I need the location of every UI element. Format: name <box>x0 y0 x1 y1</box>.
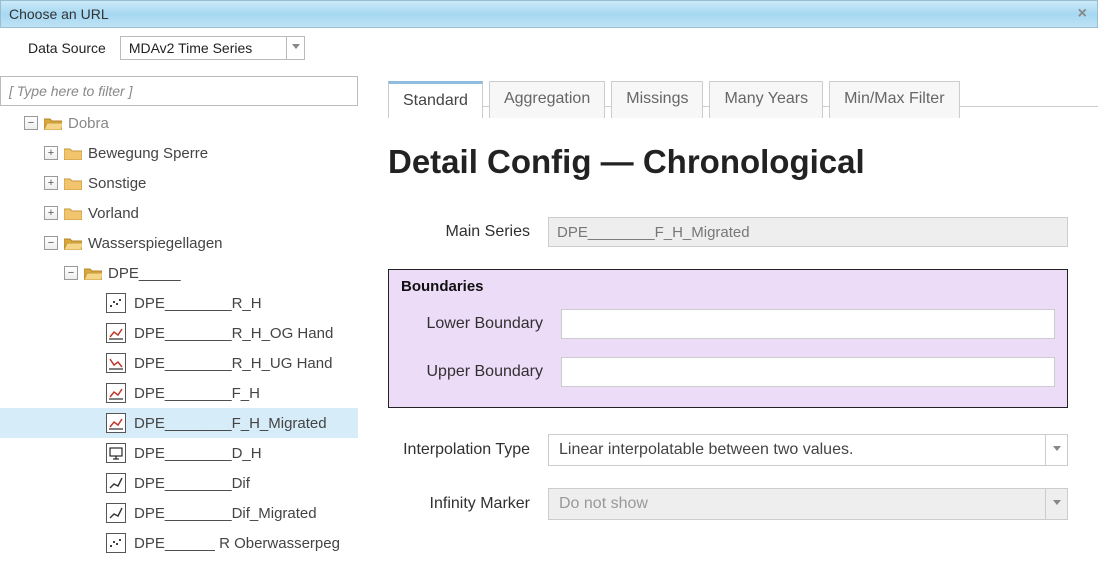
tree-item[interactable]: DPE________R_H <box>0 288 358 318</box>
main-series-value: DPE________F_H_Migrated <box>548 217 1068 247</box>
dots-icon <box>106 293 126 313</box>
tree-label: DPE________F_H <box>134 385 260 402</box>
upper-boundary-input[interactable] <box>561 357 1055 387</box>
expand-icon[interactable]: + <box>44 146 58 160</box>
chevron-down-icon <box>1045 489 1067 519</box>
tab-many-years[interactable]: Many Years <box>709 81 823 118</box>
tree-node[interactable]: + Vorland <box>0 198 358 228</box>
tree-panel: − Dobra + Bewegung Sperre + Sonstige + V… <box>0 106 358 572</box>
datasource-label: Data Source <box>28 40 106 56</box>
tree-label: Dobra <box>68 115 109 132</box>
tree-item[interactable]: DPE________D_H <box>0 438 358 468</box>
chevron-down-icon <box>1045 435 1067 465</box>
folder-open-icon <box>64 236 82 250</box>
folder-open-icon <box>84 266 102 280</box>
interpolation-label: Interpolation Type <box>388 441 548 459</box>
tree-label: DPE________Dif <box>134 475 250 492</box>
value-text: DPE________F_H_Migrated <box>557 224 750 241</box>
expand-icon[interactable]: + <box>44 206 58 220</box>
lower-boundary-label: Lower Boundary <box>401 315 561 333</box>
tree-node-root[interactable]: − Dobra <box>0 108 358 138</box>
tree-label: DPE________Dif_Migrated <box>134 505 317 522</box>
tab-missings[interactable]: Missings <box>611 81 703 118</box>
datasource-row: Data Source MDAv2 Time Series <box>0 28 1098 68</box>
monitor-icon <box>106 443 126 463</box>
tab-aggregation[interactable]: Aggregation <box>489 81 605 118</box>
tree-label: DPE________R_H <box>134 295 262 312</box>
expand-icon[interactable]: + <box>44 176 58 190</box>
row-infinity: Infinity Marker Do not show <box>388 488 1068 520</box>
tree-item-selected[interactable]: DPE________F_H_Migrated <box>0 408 358 438</box>
tree-label: Vorland <box>88 205 139 222</box>
tree-label: Bewegung Sperre <box>88 145 208 162</box>
tree-item[interactable]: DPE______ R Oberwasserpeg <box>0 528 358 558</box>
tab-label: Aggregation <box>504 90 590 107</box>
tree-label: Sonstige <box>88 175 146 192</box>
tree-item[interactable]: DPE________Dif_Migrated <box>0 498 358 528</box>
chart-icon <box>106 413 126 433</box>
line-icon <box>106 473 126 493</box>
row-upper-boundary: Upper Boundary <box>401 357 1055 387</box>
tab-standard[interactable]: Standard <box>388 81 483 118</box>
chart-icon <box>106 353 126 373</box>
tree-node-dpe[interactable]: − DPE_____ <box>0 258 358 288</box>
tree-node[interactable]: + Sonstige <box>0 168 358 198</box>
tree-label: DPE________D_H <box>134 445 262 462</box>
tree-label: DPE_____ <box>108 265 181 282</box>
tree-label: DPE______ R Oberwasserpeg <box>134 535 340 552</box>
interpolation-select[interactable]: Linear interpolatable between two values… <box>548 434 1068 466</box>
tree-item[interactable]: DPE________F_H <box>0 378 358 408</box>
tree-label: DPE________R_H_OG Hand <box>134 325 333 342</box>
folder-icon <box>64 146 82 160</box>
infinity-select[interactable]: Do not show <box>548 488 1068 520</box>
main-series-label: Main Series <box>388 223 548 241</box>
infinity-label: Infinity Marker <box>388 495 548 513</box>
boundaries-legend: Boundaries <box>401 278 1055 295</box>
tab-label: Standard <box>403 92 468 109</box>
boundaries-group: Boundaries Lower Boundary Upper Boundary <box>388 269 1068 408</box>
datasource-value: MDAv2 Time Series <box>121 40 286 56</box>
tree-label: Wasserspiegellagen <box>88 235 223 252</box>
tree-item[interactable]: DPE________Dif <box>0 468 358 498</box>
folder-open-icon <box>44 116 62 130</box>
infinity-value: Do not show <box>549 495 1045 513</box>
collapse-icon[interactable]: − <box>24 116 38 130</box>
filter-placeholder: [ Type here to filter ] <box>9 83 132 99</box>
tree-node-wsp[interactable]: − Wasserspiegellagen <box>0 228 358 258</box>
tabs: Standard Aggregation Missings Many Years… <box>388 80 960 117</box>
lower-boundary-input[interactable] <box>561 309 1055 339</box>
tree-filter-input[interactable]: [ Type here to filter ] <box>0 76 358 106</box>
folder-icon <box>64 176 82 190</box>
window-titlebar: Choose an URL × <box>0 0 1098 28</box>
tree-label: DPE________R_H_UG Hand <box>134 355 332 372</box>
detail-panel: Standard Aggregation Missings Many Years… <box>358 106 1098 572</box>
chart-icon <box>106 383 126 403</box>
chart-icon <box>106 323 126 343</box>
close-icon[interactable]: × <box>1078 5 1087 23</box>
window-title: Choose an URL <box>9 6 109 22</box>
collapse-icon[interactable]: − <box>44 236 58 250</box>
row-interpolation: Interpolation Type Linear interpolatable… <box>388 434 1068 466</box>
tree-node[interactable]: + Bewegung Sperre <box>0 138 358 168</box>
tree-item[interactable]: DPE________R_H_UG Hand <box>0 348 358 378</box>
datasource-select[interactable]: MDAv2 Time Series <box>120 36 305 60</box>
page-title: Detail Config — Chronological <box>388 143 1068 181</box>
tree-label: DPE________F_H_Migrated <box>134 415 327 432</box>
tab-minmax[interactable]: Min/Max Filter <box>829 81 959 118</box>
upper-boundary-label: Upper Boundary <box>401 363 561 381</box>
chevron-down-icon <box>286 37 304 59</box>
tab-label: Missings <box>626 90 688 107</box>
tab-label: Min/Max Filter <box>844 90 944 107</box>
row-lower-boundary: Lower Boundary <box>401 309 1055 339</box>
dots-icon <box>106 533 126 553</box>
collapse-icon[interactable]: − <box>64 266 78 280</box>
tab-label: Many Years <box>724 90 808 107</box>
tree-item[interactable]: DPE________R_H_OG Hand <box>0 318 358 348</box>
row-main-series: Main Series DPE________F_H_Migrated <box>388 217 1068 247</box>
interpolation-value: Linear interpolatable between two values… <box>549 441 1045 459</box>
folder-icon <box>64 206 82 220</box>
line-icon <box>106 503 126 523</box>
